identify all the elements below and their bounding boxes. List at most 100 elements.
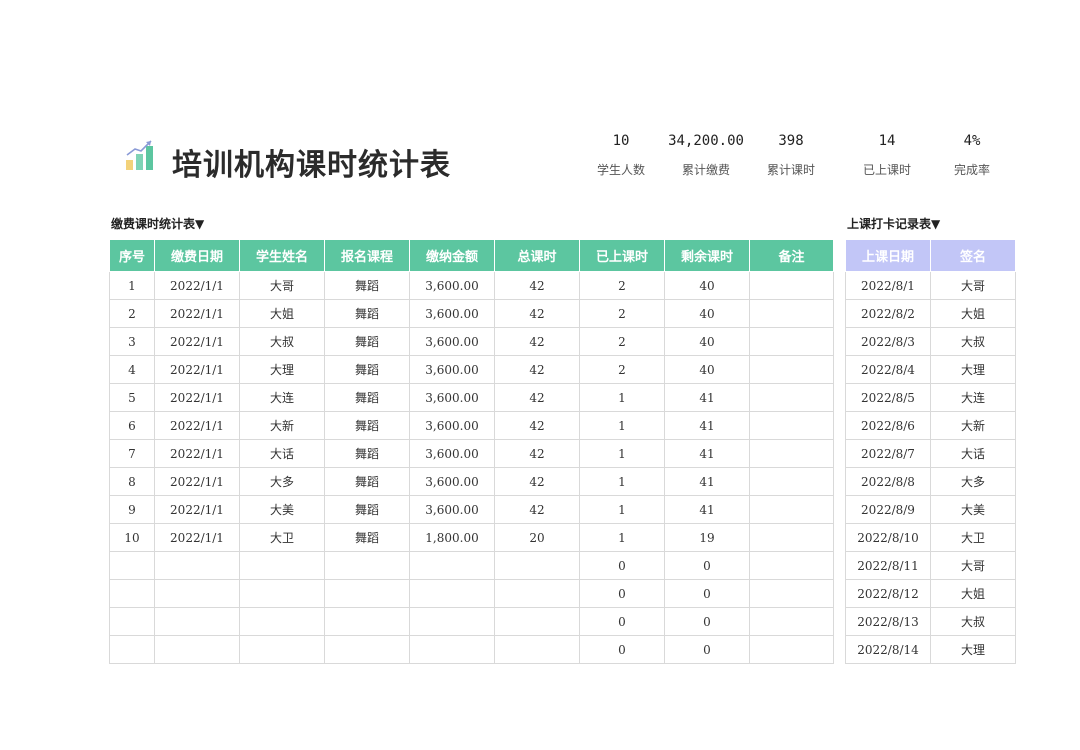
checkin-table-cell[interactable]: 大叔 [930,327,1016,356]
main-table-cell[interactable]: 42 [494,355,580,384]
main-table-cell[interactable] [749,439,834,468]
main-table-cell[interactable]: 1 [579,495,665,524]
main-table-cell[interactable] [749,467,834,496]
checkin-table-cell[interactable]: 2022/8/10 [845,523,931,552]
main-table-cell[interactable] [109,579,155,608]
main-table-cell[interactable]: 41 [664,439,750,468]
main-table-cell[interactable]: 2 [579,327,665,356]
checkin-table-cell[interactable]: 2022/8/8 [845,467,931,496]
main-table-cell[interactable]: 2022/1/1 [154,411,240,440]
main-table-cell[interactable]: 41 [664,495,750,524]
main-table-cell[interactable]: 大连 [239,383,325,412]
main-table-cell[interactable] [494,607,580,636]
main-table-cell[interactable] [409,635,495,664]
main-table-cell[interactable]: 舞蹈 [324,467,410,496]
main-table-header-cell[interactable]: 已上课时 [579,239,665,272]
checkin-table-cell[interactable]: 大理 [930,635,1016,664]
main-table-header-cell[interactable]: 备注 [749,239,834,272]
main-table-cell[interactable] [749,327,834,356]
main-table-cell[interactable] [239,551,325,580]
main-table-cell[interactable]: 舞蹈 [324,299,410,328]
main-table-cell[interactable] [239,607,325,636]
main-table-cell[interactable]: 0 [579,607,665,636]
main-table-cell[interactable] [749,271,834,300]
main-table-cell[interactable]: 2022/1/1 [154,271,240,300]
main-table-cell[interactable]: 大叔 [239,327,325,356]
main-table-cell[interactable]: 0 [664,607,750,636]
checkin-table-cell[interactable]: 2022/8/14 [845,635,931,664]
main-table-cell[interactable]: 2 [579,271,665,300]
checkin-table-cell[interactable]: 2022/8/5 [845,383,931,412]
main-table-cell[interactable] [239,579,325,608]
main-table-cell[interactable]: 3,600.00 [409,327,495,356]
main-table-cell[interactable] [749,607,834,636]
checkin-table-cell[interactable]: 大哥 [930,271,1016,300]
main-table-cell[interactable]: 2022/1/1 [154,439,240,468]
main-table-cell[interactable]: 0 [579,551,665,580]
main-table-cell[interactable]: 19 [664,523,750,552]
main-table-cell[interactable]: 2022/1/1 [154,467,240,496]
main-table-cell[interactable]: 20 [494,523,580,552]
main-table-cell[interactable]: 5 [109,383,155,412]
main-table-cell[interactable]: 大哥 [239,271,325,300]
main-table-cell[interactable] [494,551,580,580]
checkin-table-cell[interactable]: 大姐 [930,579,1016,608]
main-table-cell[interactable]: 1 [579,523,665,552]
main-table-cell[interactable] [324,579,410,608]
main-table-cell[interactable] [749,355,834,384]
main-table-cell[interactable] [154,635,240,664]
main-table-cell[interactable] [324,607,410,636]
main-table-cell[interactable]: 2022/1/1 [154,299,240,328]
checkin-table-cell[interactable]: 大美 [930,495,1016,524]
main-table-header-cell[interactable]: 剩余课时 [664,239,750,272]
main-table-cell[interactable]: 2022/1/1 [154,523,240,552]
main-table-cell[interactable] [749,523,834,552]
main-table-cell[interactable]: 2022/1/1 [154,383,240,412]
main-table-cell[interactable]: 3,600.00 [409,271,495,300]
main-table-cell[interactable]: 2 [579,355,665,384]
checkin-section-label[interactable]: 上课打卡记录表▼ [847,215,940,232]
main-table-cell[interactable]: 1 [579,439,665,468]
main-table-cell[interactable]: 42 [494,327,580,356]
main-table-cell[interactable]: 舞蹈 [324,383,410,412]
main-table-cell[interactable] [154,607,240,636]
main-table-cell[interactable]: 大话 [239,439,325,468]
main-table-cell[interactable]: 大多 [239,467,325,496]
main-table-cell[interactable]: 舞蹈 [324,355,410,384]
main-table-cell[interactable]: 2022/1/1 [154,355,240,384]
main-table-header-cell[interactable]: 序号 [109,239,155,272]
checkin-table-cell[interactable]: 大连 [930,383,1016,412]
checkin-table-cell[interactable]: 大姐 [930,299,1016,328]
checkin-table-header-cell[interactable]: 签名 [930,239,1016,272]
main-table-header-cell[interactable]: 学生姓名 [239,239,325,272]
checkin-table-cell[interactable]: 2022/8/4 [845,355,931,384]
main-table-cell[interactable]: 40 [664,355,750,384]
main-table-cell[interactable]: 42 [494,439,580,468]
main-table-cell[interactable] [154,551,240,580]
main-table-cell[interactable]: 2022/1/1 [154,327,240,356]
checkin-table-cell[interactable]: 2022/8/3 [845,327,931,356]
main-table-cell[interactable] [324,551,410,580]
main-table-cell[interactable]: 3,600.00 [409,439,495,468]
main-table-cell[interactable] [749,411,834,440]
main-table-cell[interactable]: 大理 [239,355,325,384]
checkin-table-cell[interactable]: 大多 [930,467,1016,496]
checkin-table-cell[interactable]: 2022/8/11 [845,551,931,580]
main-table-cell[interactable]: 9 [109,495,155,524]
checkin-table-cell[interactable]: 2022/8/13 [845,607,931,636]
main-table-cell[interactable]: 6 [109,411,155,440]
main-table-cell[interactable]: 3,600.00 [409,495,495,524]
main-table-cell[interactable]: 大美 [239,495,325,524]
main-table-cell[interactable]: 0 [664,579,750,608]
main-table-cell[interactable]: 42 [494,299,580,328]
main-table-cell[interactable] [109,551,155,580]
main-table-cell[interactable] [749,635,834,664]
main-table-cell[interactable] [324,635,410,664]
main-table-cell[interactable] [494,579,580,608]
checkin-table-header-cell[interactable]: 上课日期 [845,239,931,272]
main-table-cell[interactable] [409,607,495,636]
main-table-cell[interactable]: 大卫 [239,523,325,552]
main-table-cell[interactable]: 2 [579,299,665,328]
main-table-cell[interactable]: 42 [494,411,580,440]
main-table-cell[interactable]: 1 [579,383,665,412]
